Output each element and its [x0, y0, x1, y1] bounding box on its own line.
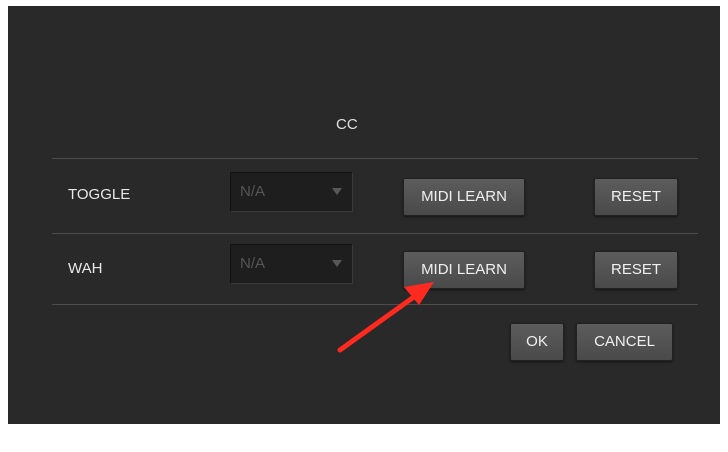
toggle-reset-button[interactable]: RESET	[594, 178, 678, 216]
divider	[52, 158, 698, 159]
dropdown-value: N/A	[240, 255, 266, 272]
chevron-down-icon	[332, 260, 342, 267]
cc-column-header: CC	[336, 116, 358, 133]
cancel-button[interactable]: CANCEL	[576, 323, 673, 361]
chevron-down-icon	[332, 188, 342, 195]
wah-midi-learn-button[interactable]: MIDI LEARN	[403, 251, 525, 289]
divider	[52, 233, 698, 234]
dropdown-value: N/A	[240, 183, 266, 200]
ok-button[interactable]: OK	[510, 323, 564, 361]
divider	[52, 304, 698, 305]
midi-settings-dialog: CC TOGGLE N/A MIDI LEARN RESET WAH N/A M…	[8, 6, 720, 424]
wah-reset-button[interactable]: RESET	[594, 251, 678, 289]
row-label-wah: WAH	[68, 260, 103, 277]
toggle-cc-dropdown[interactable]: N/A	[230, 172, 353, 212]
toggle-midi-learn-button[interactable]: MIDI LEARN	[403, 178, 525, 216]
row-label-toggle: TOGGLE	[68, 186, 131, 203]
wah-cc-dropdown[interactable]: N/A	[230, 244, 353, 284]
